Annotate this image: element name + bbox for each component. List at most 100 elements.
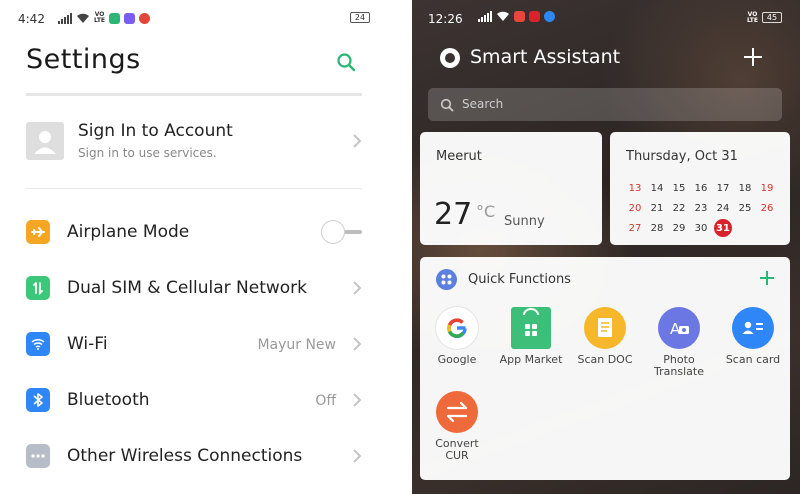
quick-function-app-market[interactable]: App Market	[498, 307, 564, 366]
calendar-day[interactable]: 14	[646, 183, 668, 194]
settings-row-airplane-mode[interactable]: Airplane Mode	[0, 204, 400, 260]
scan-card-icon	[732, 307, 774, 349]
page-title: Smart Assistant	[470, 46, 621, 68]
chevron-right-icon	[353, 337, 362, 351]
row-label: Airplane Mode	[67, 222, 190, 242]
calendar-day[interactable]: 16	[690, 183, 712, 194]
settings-row-bluetooth[interactable]: Bluetooth Off	[0, 372, 400, 428]
calendar-today[interactable]: 31	[712, 218, 734, 237]
divider	[26, 188, 362, 189]
status-time: 4:42	[18, 12, 45, 26]
quick-function-photo-translate[interactable]: A Photo Translate	[646, 307, 712, 378]
search-icon	[440, 98, 454, 112]
quick-function-label: Photo Translate	[654, 353, 704, 378]
row-label: Wi-Fi	[67, 334, 108, 354]
calendar-day[interactable]: 20	[624, 203, 646, 214]
calendar-day[interactable]: 19	[756, 183, 778, 194]
row-label: Dual SIM & Cellular Network	[67, 278, 308, 298]
calendar-week-row: 20 21 22 23 24 25 26	[624, 198, 780, 218]
weather-temperature: 27	[434, 197, 473, 232]
avatar-placeholder-icon	[26, 122, 64, 160]
settings-row-other-wireless[interactable]: Other Wireless Connections	[0, 428, 400, 484]
chevron-right-icon	[353, 393, 362, 407]
quick-functions-title: Quick Functions	[468, 272, 571, 287]
message-app-icon	[109, 12, 121, 24]
chevron-right-icon	[353, 134, 362, 148]
sign-in-account-row[interactable]: Sign In to Account Sign in to use servic…	[0, 110, 400, 174]
photo-translate-icon: A	[658, 307, 700, 349]
search-bar[interactable]: Search	[428, 88, 782, 121]
search-icon[interactable]	[336, 52, 356, 72]
page-title: Settings	[26, 44, 141, 75]
temperature-unit: °C	[476, 202, 496, 221]
quick-functions-card: Quick Functions Google App Market Scan D…	[420, 257, 790, 480]
airplane-mode-toggle[interactable]	[321, 220, 363, 244]
calendar-day[interactable]: 25	[734, 203, 756, 214]
status-time: 12:26	[428, 12, 463, 26]
smart-assistant-screen: 12:26 VO LTE 45 Smart Assistant Search M…	[412, 0, 800, 494]
app-notification-icon	[544, 11, 555, 22]
quick-function-label: Scan card	[725, 353, 781, 366]
add-icon[interactable]	[760, 271, 774, 285]
status-bar: 4:42 VO LTE 24	[0, 0, 400, 34]
airplane-icon	[26, 220, 50, 244]
calendar-week-row: 13 14 15 16 17 18 19	[624, 178, 780, 198]
calendar-date-header: Thursday, Oct 31	[626, 149, 738, 164]
calendar-day[interactable]: 23	[690, 203, 712, 214]
wifi-network-name: Mayur New	[257, 337, 336, 353]
quick-function-label: Google	[437, 353, 477, 366]
convert-currency-icon	[436, 391, 478, 433]
status-icons: VO LTE	[58, 11, 151, 25]
settings-row-dual-sim[interactable]: Dual SIM & Cellular Network	[0, 260, 400, 316]
calendar-day[interactable]: 26	[756, 203, 778, 214]
bluetooth-icon	[26, 388, 50, 412]
settings-row-wifi[interactable]: Wi-Fi Mayur New	[0, 316, 400, 372]
volte-icon: VO LTE	[746, 11, 758, 24]
weather-condition: Sunny	[504, 214, 545, 229]
sim-icon	[26, 276, 50, 300]
calendar-day[interactable]: 15	[668, 183, 690, 194]
calendar-day[interactable]: 22	[668, 203, 690, 214]
add-icon[interactable]	[742, 46, 764, 68]
calendar-day[interactable]: 27	[624, 223, 646, 234]
quick-function-google[interactable]: Google	[424, 307, 490, 366]
calendar-day[interactable]: 21	[646, 203, 668, 214]
bluetooth-status: Off	[315, 393, 336, 409]
chrome-icon	[139, 12, 151, 24]
calendar-day[interactable]: 28	[646, 223, 668, 234]
battery-icon: 24	[350, 12, 370, 23]
settings-screen: 4:42 VO LTE 24 Settings Sign In to Accou…	[0, 0, 400, 494]
scan-doc-icon	[584, 307, 626, 349]
weather-city: Meerut	[436, 149, 482, 164]
calendar-day[interactable]: 30	[690, 223, 712, 234]
more-icon	[26, 444, 50, 468]
app-notification-icon	[529, 11, 540, 22]
quick-function-label: Convert CUR	[435, 437, 479, 462]
calendar-card[interactable]: Thursday, Oct 31 13 14 15 16 17 18 19 20 21 22 23 2…	[610, 132, 790, 245]
quick-functions-icon	[436, 269, 457, 290]
signal-icon	[478, 11, 492, 22]
wifi-status-icon	[497, 11, 509, 21]
calendar-day[interactable]: 24	[712, 203, 734, 214]
signal-icon	[58, 12, 72, 24]
calendar-grid: 13 14 15 16 17 18 19 20 21 22 23 24 25 26 27 28 29 30 31	[624, 178, 780, 238]
row-label: Other Wireless Connections	[67, 446, 303, 466]
volte-icon: VO LTE	[94, 11, 106, 24]
calendar-day[interactable]: 13	[624, 183, 646, 194]
quick-function-scan-doc[interactable]: Scan DOC	[572, 307, 638, 366]
calendar-day[interactable]: 17	[712, 183, 734, 194]
calendar-day[interactable]: 29	[668, 223, 690, 234]
weather-card[interactable]: Meerut 27 °C Sunny	[420, 132, 602, 245]
quick-function-label: App Market	[499, 353, 563, 366]
calendar-day[interactable]: 18	[734, 183, 756, 194]
smart-assistant-logo-icon	[440, 48, 460, 68]
wifi-icon	[26, 332, 50, 356]
chevron-right-icon	[353, 449, 362, 463]
calendar-week-row: 27 28 29 30 31	[624, 218, 780, 238]
quick-function-scan-card[interactable]: Scan card	[720, 307, 786, 366]
app-market-icon	[511, 307, 551, 349]
quick-function-label: Scan DOC	[577, 353, 633, 366]
app-notification-icon	[514, 11, 525, 22]
chat-app-icon	[124, 12, 136, 24]
quick-function-convert-currency[interactable]: Convert CUR	[424, 391, 490, 462]
